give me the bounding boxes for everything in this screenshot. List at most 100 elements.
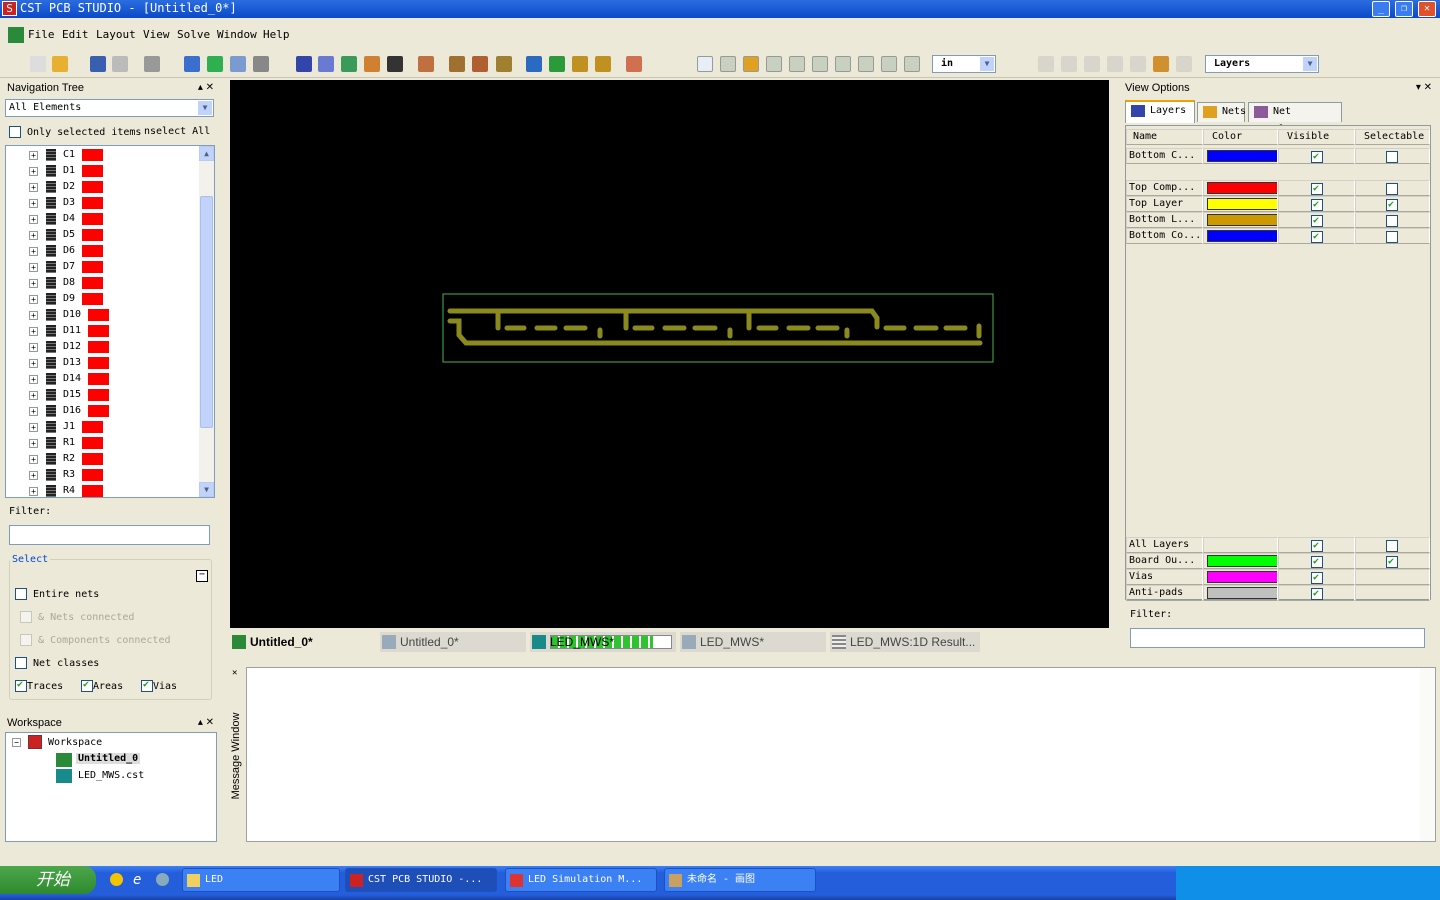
column-header[interactable]: Selectable [1355,129,1430,145]
expand-icon[interactable]: + [29,183,38,192]
layer-row[interactable]: Bottom L... [1126,212,1430,228]
panel-close-button[interactable]: ▴ ✕ [198,715,214,731]
grid1-icon[interactable] [812,56,828,72]
color-swatch[interactable] [88,373,109,385]
column-header[interactable]: Color [1203,129,1278,145]
tree-item[interactable]: + D14 [6,371,201,387]
color-swatch[interactable] [88,341,109,353]
nets-icon[interactable] [472,56,488,72]
tree-item[interactable]: + D5 [6,227,201,243]
task-cst-pcb-studio[interactable]: CST PCB STUDIO -... [345,868,497,892]
collapse-icon[interactable]: − [12,738,21,747]
workspace-root[interactable]: Workspace [48,737,102,748]
selectable-checkbox[interactable] [1386,198,1398,211]
tree-item[interactable]: + D4 [6,211,201,227]
tree-item[interactable]: + D8 [6,275,201,291]
tab-led-mws-running[interactable]: LED_MWS* [530,632,676,652]
pan-icon[interactable] [743,56,759,72]
components-connected-checkbox[interactable]: & Components connected [20,634,170,646]
expand-icon[interactable]: + [29,423,38,432]
color-swatch[interactable] [82,181,103,193]
color-swatch[interactable] [82,437,103,449]
scroll-down-icon[interactable]: ▼ [199,482,214,497]
tree-item[interactable]: + R3 [6,467,201,483]
scroll-thumb[interactable] [200,196,213,428]
expand-icon[interactable]: + [29,343,38,352]
tab-untitled-pcb[interactable]: Untitled_0* [230,632,375,652]
layer-row[interactable]: Top Layer [1126,196,1430,212]
menu-help[interactable]: Help [263,28,290,41]
tree-item[interactable]: + J1 [6,419,201,435]
expand-icon[interactable]: + [29,199,38,208]
tree-item[interactable]: + R1 [6,435,201,451]
color-swatch[interactable] [1207,230,1277,242]
color-swatch[interactable] [82,277,103,289]
color-swatch[interactable] [82,261,103,273]
only-selected-checkbox[interactable]: Only selected items [9,126,141,138]
zoom-icon[interactable] [720,56,736,72]
color-swatch[interactable] [1207,214,1277,226]
grid-icon[interactable] [1130,56,1146,72]
color-swatch[interactable] [88,309,109,321]
scroll-up-icon[interactable]: ▲ [199,146,214,161]
print-icon[interactable] [144,56,160,72]
open-folder-icon[interactable] [52,56,68,72]
task-led-folder[interactable]: LED [182,868,340,892]
netlist-icon[interactable] [253,56,269,72]
color-swatch[interactable] [82,245,103,257]
tree-item[interactable]: + D13 [6,355,201,371]
menu-solve[interactable]: Solve [177,28,210,41]
import-icon[interactable] [184,56,200,72]
start-button[interactable]: 开始 [0,866,96,894]
calculator-icon[interactable] [318,56,334,72]
column-header[interactable]: Visible [1278,129,1355,145]
layers-select[interactable]: Layers ▼ [1205,55,1319,73]
ie-icon[interactable]: e [133,872,141,888]
grid5-icon[interactable] [904,56,920,72]
tree-item[interactable]: + D9 [6,291,201,307]
net-classes-checkbox[interactable]: Net classes [15,657,99,669]
vias-checkbox[interactable]: Vias [141,679,177,692]
layer-row[interactable]: Top Comp... [1126,180,1430,196]
selectable-checkbox[interactable] [1386,231,1398,243]
net-icon[interactable] [364,56,380,72]
menu-layout[interactable]: Layout [96,28,136,41]
visible-checkbox[interactable] [1311,555,1323,568]
visible-checkbox[interactable] [1311,182,1323,195]
tree-item[interactable]: + D1 [6,163,201,179]
traces-checkbox[interactable]: Traces [15,679,63,692]
color-swatch[interactable] [82,469,103,481]
color-swatch[interactable] [1207,198,1277,210]
menu-view[interactable]: View [143,28,170,41]
tree-item[interactable]: + D2 [6,179,201,195]
export-icon[interactable] [626,56,642,72]
color-swatch[interactable] [1207,571,1277,583]
tree-item[interactable]: + C1 [6,147,201,163]
ir-solver-icon[interactable] [526,56,542,72]
panel-close-button[interactable]: ▴ ✕ [198,80,214,96]
color-swatch[interactable] [88,389,109,401]
layer-row[interactable]: Board Ou... [1126,553,1430,569]
td-solver-icon[interactable] [595,56,611,72]
color-swatch[interactable] [82,453,103,465]
magnet-icon[interactable] [1153,56,1169,72]
message-scrollbar[interactable] [1420,668,1435,841]
expand-icon[interactable]: + [29,151,38,160]
tree-item[interactable]: + D12 [6,339,201,355]
component-icon[interactable] [496,56,512,72]
color-swatch[interactable] [1207,182,1277,194]
tree-item[interactable]: + D15 [6,387,201,403]
select-rect-icon[interactable] [1038,56,1054,72]
workspace-item[interactable]: LED_MWS.cst [78,770,144,781]
tree-item[interactable]: + D6 [6,243,201,259]
tree-item[interactable]: + D11 [6,323,201,339]
layers-icon[interactable] [296,56,312,72]
layer-row[interactable]: Anti-pads [1126,585,1430,601]
tab-net-classes[interactable]: Net Classes [1248,102,1342,135]
layer-row[interactable]: Bottom Co... [1126,228,1430,244]
expand-icon[interactable]: + [29,247,38,256]
color-swatch[interactable] [82,197,103,209]
select-arrow-icon[interactable] [697,56,713,72]
tree-item[interactable]: + R4 [6,483,201,497]
grid2-icon[interactable] [835,56,851,72]
